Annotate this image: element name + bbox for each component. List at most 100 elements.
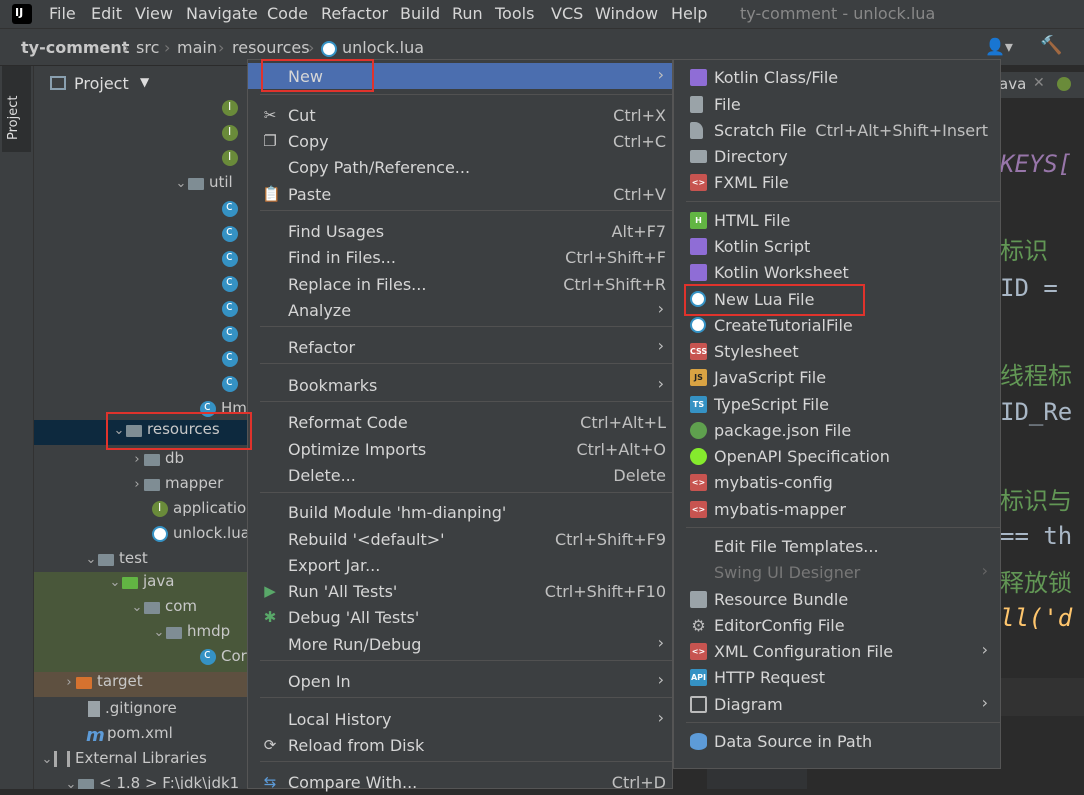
interface-item[interactable] xyxy=(222,98,243,123)
menu-item-cut[interactable]: ✂ Cut Ctrl+X xyxy=(248,102,672,128)
expand-arrow-icon[interactable]: ⌄ xyxy=(84,552,98,567)
expand-arrow-icon[interactable]: › xyxy=(62,675,76,690)
expand-arrow-icon[interactable]: › xyxy=(130,452,144,467)
new-editorconfig[interactable]: ⚙ EditorConfig File xyxy=(674,612,1000,638)
menu-item-compare-with[interactable]: ⇆ Compare With... Ctrl+D xyxy=(248,769,672,795)
menu-item-analyze[interactable]: Analyze › xyxy=(248,297,672,323)
menu-item-export-jar[interactable]: Export Jar... xyxy=(248,552,672,578)
new-kotlin-worksheet[interactable]: Kotlin Worksheet xyxy=(674,259,1000,285)
menu-edit[interactable]: Edit xyxy=(91,4,122,23)
menu-build[interactable]: Build xyxy=(400,4,440,23)
class-item[interactable] xyxy=(222,249,243,274)
tree-folder-mapper[interactable]: › mapper xyxy=(130,474,223,499)
breadcrumb-file[interactable]: unlock.lua xyxy=(321,38,424,57)
menu-item-rebuild[interactable]: Rebuild '<default>' Ctrl+Shift+F9 xyxy=(248,526,672,552)
class-item[interactable] xyxy=(222,374,243,399)
editor-tab-label[interactable]: ava xyxy=(999,75,1026,93)
new-resource-bundle[interactable]: Resource Bundle xyxy=(674,586,1000,612)
menu-file[interactable]: File xyxy=(49,4,76,23)
menu-code[interactable]: Code xyxy=(267,4,308,23)
edit-file-templates[interactable]: Edit File Templates... xyxy=(674,533,1000,559)
new-html-file[interactable]: H HTML File xyxy=(674,207,1000,233)
class-item[interactable] xyxy=(222,324,243,349)
menu-item-debug-tests[interactable]: ✱ Debug 'All Tests' xyxy=(248,604,672,630)
menu-navigate[interactable]: Navigate xyxy=(186,4,258,23)
new-openapi-spec[interactable]: OpenAPI Specification xyxy=(674,443,1000,469)
tree-item-gitignore[interactable]: .gitignore xyxy=(88,699,177,724)
tree-jdk[interactable]: ⌄ < 1.8 > F:\jdk\jdk1 xyxy=(64,774,239,789)
new-data-source-in-path[interactable]: Data Source in Path xyxy=(674,728,1000,754)
menu-item-refactor[interactable]: Refactor › xyxy=(248,334,672,360)
close-tab-icon[interactable]: ✕ xyxy=(1033,75,1045,91)
menu-item-reload[interactable]: ⟳ Reload from Disk xyxy=(248,732,672,758)
tree-item-unlock-lua[interactable]: unlock.lua xyxy=(152,524,247,549)
interface-item[interactable] xyxy=(222,148,243,173)
new-stylesheet[interactable]: CSS Stylesheet xyxy=(674,338,1000,364)
menu-item-local-history[interactable]: Local History › xyxy=(248,706,672,732)
menu-item-run-tests[interactable]: ▶ Run 'All Tests' Ctrl+Shift+F10 xyxy=(248,578,672,604)
tree-folder-test[interactable]: ⌄ test xyxy=(84,549,148,574)
menu-item-more-run-debug[interactable]: More Run/Debug › xyxy=(248,631,672,657)
menu-help[interactable]: Help xyxy=(671,4,707,23)
menu-refactor[interactable]: Refactor xyxy=(321,4,388,23)
new-xml-configuration[interactable]: <> XML Configuration File › xyxy=(674,638,1000,664)
menu-item-bookmarks[interactable]: Bookmarks › xyxy=(248,372,672,398)
menu-item-find-usages[interactable]: Find Usages Alt+F7 xyxy=(248,218,672,244)
tree-folder-com[interactable]: ⌄ com xyxy=(34,597,247,622)
project-tool-tab[interactable]: Project xyxy=(2,66,31,152)
new-kotlin-script[interactable]: Kotlin Script xyxy=(674,233,1000,259)
new-mybatis-config[interactable]: <> mybatis-config xyxy=(674,469,1000,495)
tree-item-application[interactable]: applicatio xyxy=(152,499,246,524)
new-http-request[interactable]: API HTTP Request xyxy=(674,664,1000,690)
menu-tools[interactable]: Tools xyxy=(495,4,534,23)
new-kotlin-class[interactable]: Kotlin Class/File xyxy=(674,64,1000,90)
tree-item-pom[interactable]: m pom.xml xyxy=(86,724,173,749)
breadcrumb-src[interactable]: src xyxy=(136,38,159,57)
menu-item-optimize-imports[interactable]: Optimize Imports Ctrl+Alt+O xyxy=(248,436,672,462)
new-javascript-file[interactable]: JS JavaScript File xyxy=(674,364,1000,390)
build-hammer-icon[interactable]: 🔨 xyxy=(1040,35,1062,56)
breadcrumb-project[interactable]: ty-comment xyxy=(21,38,129,57)
menu-run[interactable]: Run xyxy=(452,4,483,23)
menu-item-find-in-files[interactable]: Find in Files... Ctrl+Shift+F xyxy=(248,244,672,270)
new-diagram[interactable]: Diagram › xyxy=(674,691,1000,717)
menu-window[interactable]: Window xyxy=(595,4,658,23)
new-package-json[interactable]: package.json File xyxy=(674,417,1000,443)
breadcrumb-main[interactable]: main xyxy=(177,38,217,57)
new-typescript-file[interactable]: TS TypeScript File xyxy=(674,391,1000,417)
class-item[interactable] xyxy=(222,299,243,324)
menu-item-reformat[interactable]: Reformat Code Ctrl+Alt+L xyxy=(248,409,672,435)
new-mybatis-mapper[interactable]: <> mybatis-mapper xyxy=(674,496,1000,522)
new-file[interactable]: File xyxy=(674,91,1000,117)
tree-folder-util[interactable]: ⌄ util xyxy=(174,173,233,198)
tree-folder-target[interactable]: › target xyxy=(34,672,247,697)
expand-arrow-icon[interactable]: ⌄ xyxy=(64,777,78,789)
expand-arrow-icon[interactable]: ⌄ xyxy=(174,176,188,191)
tree-external-libraries[interactable]: ⌄ External Libraries xyxy=(40,749,207,774)
interface-item[interactable] xyxy=(222,123,243,148)
menu-view[interactable]: View xyxy=(135,4,173,23)
expand-arrow-icon[interactable]: ⌄ xyxy=(130,600,144,615)
tree-folder-db[interactable]: › db xyxy=(130,449,184,474)
tree-folder-hmdp[interactable]: ⌄ hmdp xyxy=(34,622,247,647)
project-panel-title[interactable]: Project xyxy=(74,74,129,93)
dropdown-arrow-icon[interactable]: ▼ xyxy=(140,75,149,89)
menu-item-copy-path[interactable]: Copy Path/Reference... xyxy=(248,154,672,180)
class-item[interactable] xyxy=(222,224,243,249)
class-item[interactable] xyxy=(222,199,243,224)
expand-arrow-icon[interactable]: ⌄ xyxy=(40,752,54,767)
new-fxml-file[interactable]: <> FXML File xyxy=(674,169,1000,195)
menu-item-replace-in-files[interactable]: Replace in Files... Ctrl+Shift+R xyxy=(248,271,672,297)
menu-vcs[interactable]: VCS xyxy=(551,4,583,23)
new-scratch-file[interactable]: Scratch File Ctrl+Alt+Shift+Insert xyxy=(674,117,1000,143)
expand-arrow-icon[interactable]: ⌄ xyxy=(108,575,122,590)
class-item[interactable] xyxy=(222,274,243,299)
class-item[interactable] xyxy=(222,349,243,374)
menu-item-copy[interactable]: ❐ Copy Ctrl+C xyxy=(248,128,672,154)
menu-item-delete[interactable]: Delete... Delete xyxy=(248,462,672,488)
breadcrumb-resources[interactable]: resources xyxy=(232,38,310,57)
menu-item-open-in[interactable]: Open In › xyxy=(248,668,672,694)
expand-arrow-icon[interactable]: › xyxy=(130,477,144,492)
new-directory[interactable]: Directory xyxy=(674,143,1000,169)
tree-folder-java[interactable]: ⌄ java xyxy=(34,572,247,597)
